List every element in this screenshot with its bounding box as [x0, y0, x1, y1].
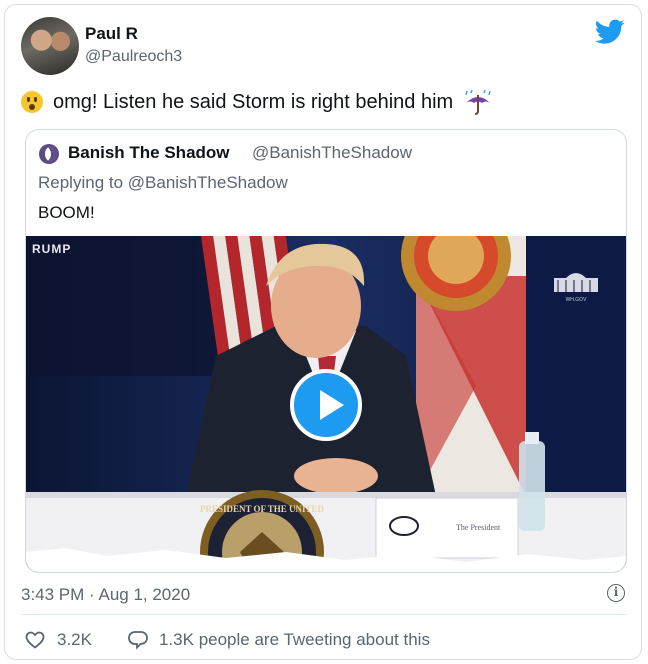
quoted-author-handle[interactable]: @BanishTheShadow — [252, 143, 412, 163]
like-button[interactable]: 3.2K — [25, 630, 92, 650]
reply-bubble-icon — [128, 631, 148, 650]
tweet-card: Paul R @Paulreoch3 omg! Listen he said S… — [4, 4, 642, 660]
quoted-author-avatar[interactable] — [39, 144, 59, 164]
quoted-tweet-text: BOOM! — [38, 203, 95, 222]
replying-to-line: Replying to @BanishTheShadow — [38, 173, 288, 193]
author-avatar[interactable] — [21, 17, 79, 75]
twitter-bird-icon[interactable] — [595, 19, 625, 45]
author-name[interactable]: Paul R — [85, 24, 138, 44]
divider — [21, 614, 627, 615]
heart-icon — [25, 631, 45, 649]
svg-text:WH.GOV: WH.GOV — [566, 297, 587, 303]
quoted-author-name[interactable]: Banish The Shadow — [68, 143, 230, 163]
author-handle[interactable]: @Paulreoch3 — [85, 48, 182, 66]
placard-text: The President — [456, 523, 501, 532]
info-icon[interactable]: i — [607, 584, 625, 602]
replying-handle-link[interactable]: @BanishTheShadow — [128, 173, 288, 192]
tweet-body: omg! Listen he said Storm is right behin… — [21, 89, 493, 115]
like-count: 3.2K — [57, 630, 92, 649]
replies-text: 1.3K people are Tweeting about this — [159, 630, 430, 649]
video-corner-label: RUMP — [32, 242, 72, 256]
video-player[interactable]: WH.GOV The President PRESIDENT OF THE UN… — [26, 236, 626, 572]
play-button[interactable] — [290, 369, 362, 441]
replying-prefix: Replying to — [38, 173, 124, 192]
seal-text: PRESIDENT OF THE UNITED — [200, 504, 325, 514]
tweet-timestamp[interactable]: 3:43 PM · Aug 1, 2020 — [21, 585, 190, 605]
hushed-face-emoji-icon — [21, 91, 43, 113]
tweet-text: omg! Listen he said Storm is right behin… — [53, 90, 454, 113]
umbrella-with-rain-icon — [465, 89, 491, 115]
quoted-tweet[interactable]: Banish The Shadow @BanishTheShadow Reply… — [25, 129, 627, 573]
conversation-link[interactable]: 1.3K people are Tweeting about this — [127, 630, 430, 650]
